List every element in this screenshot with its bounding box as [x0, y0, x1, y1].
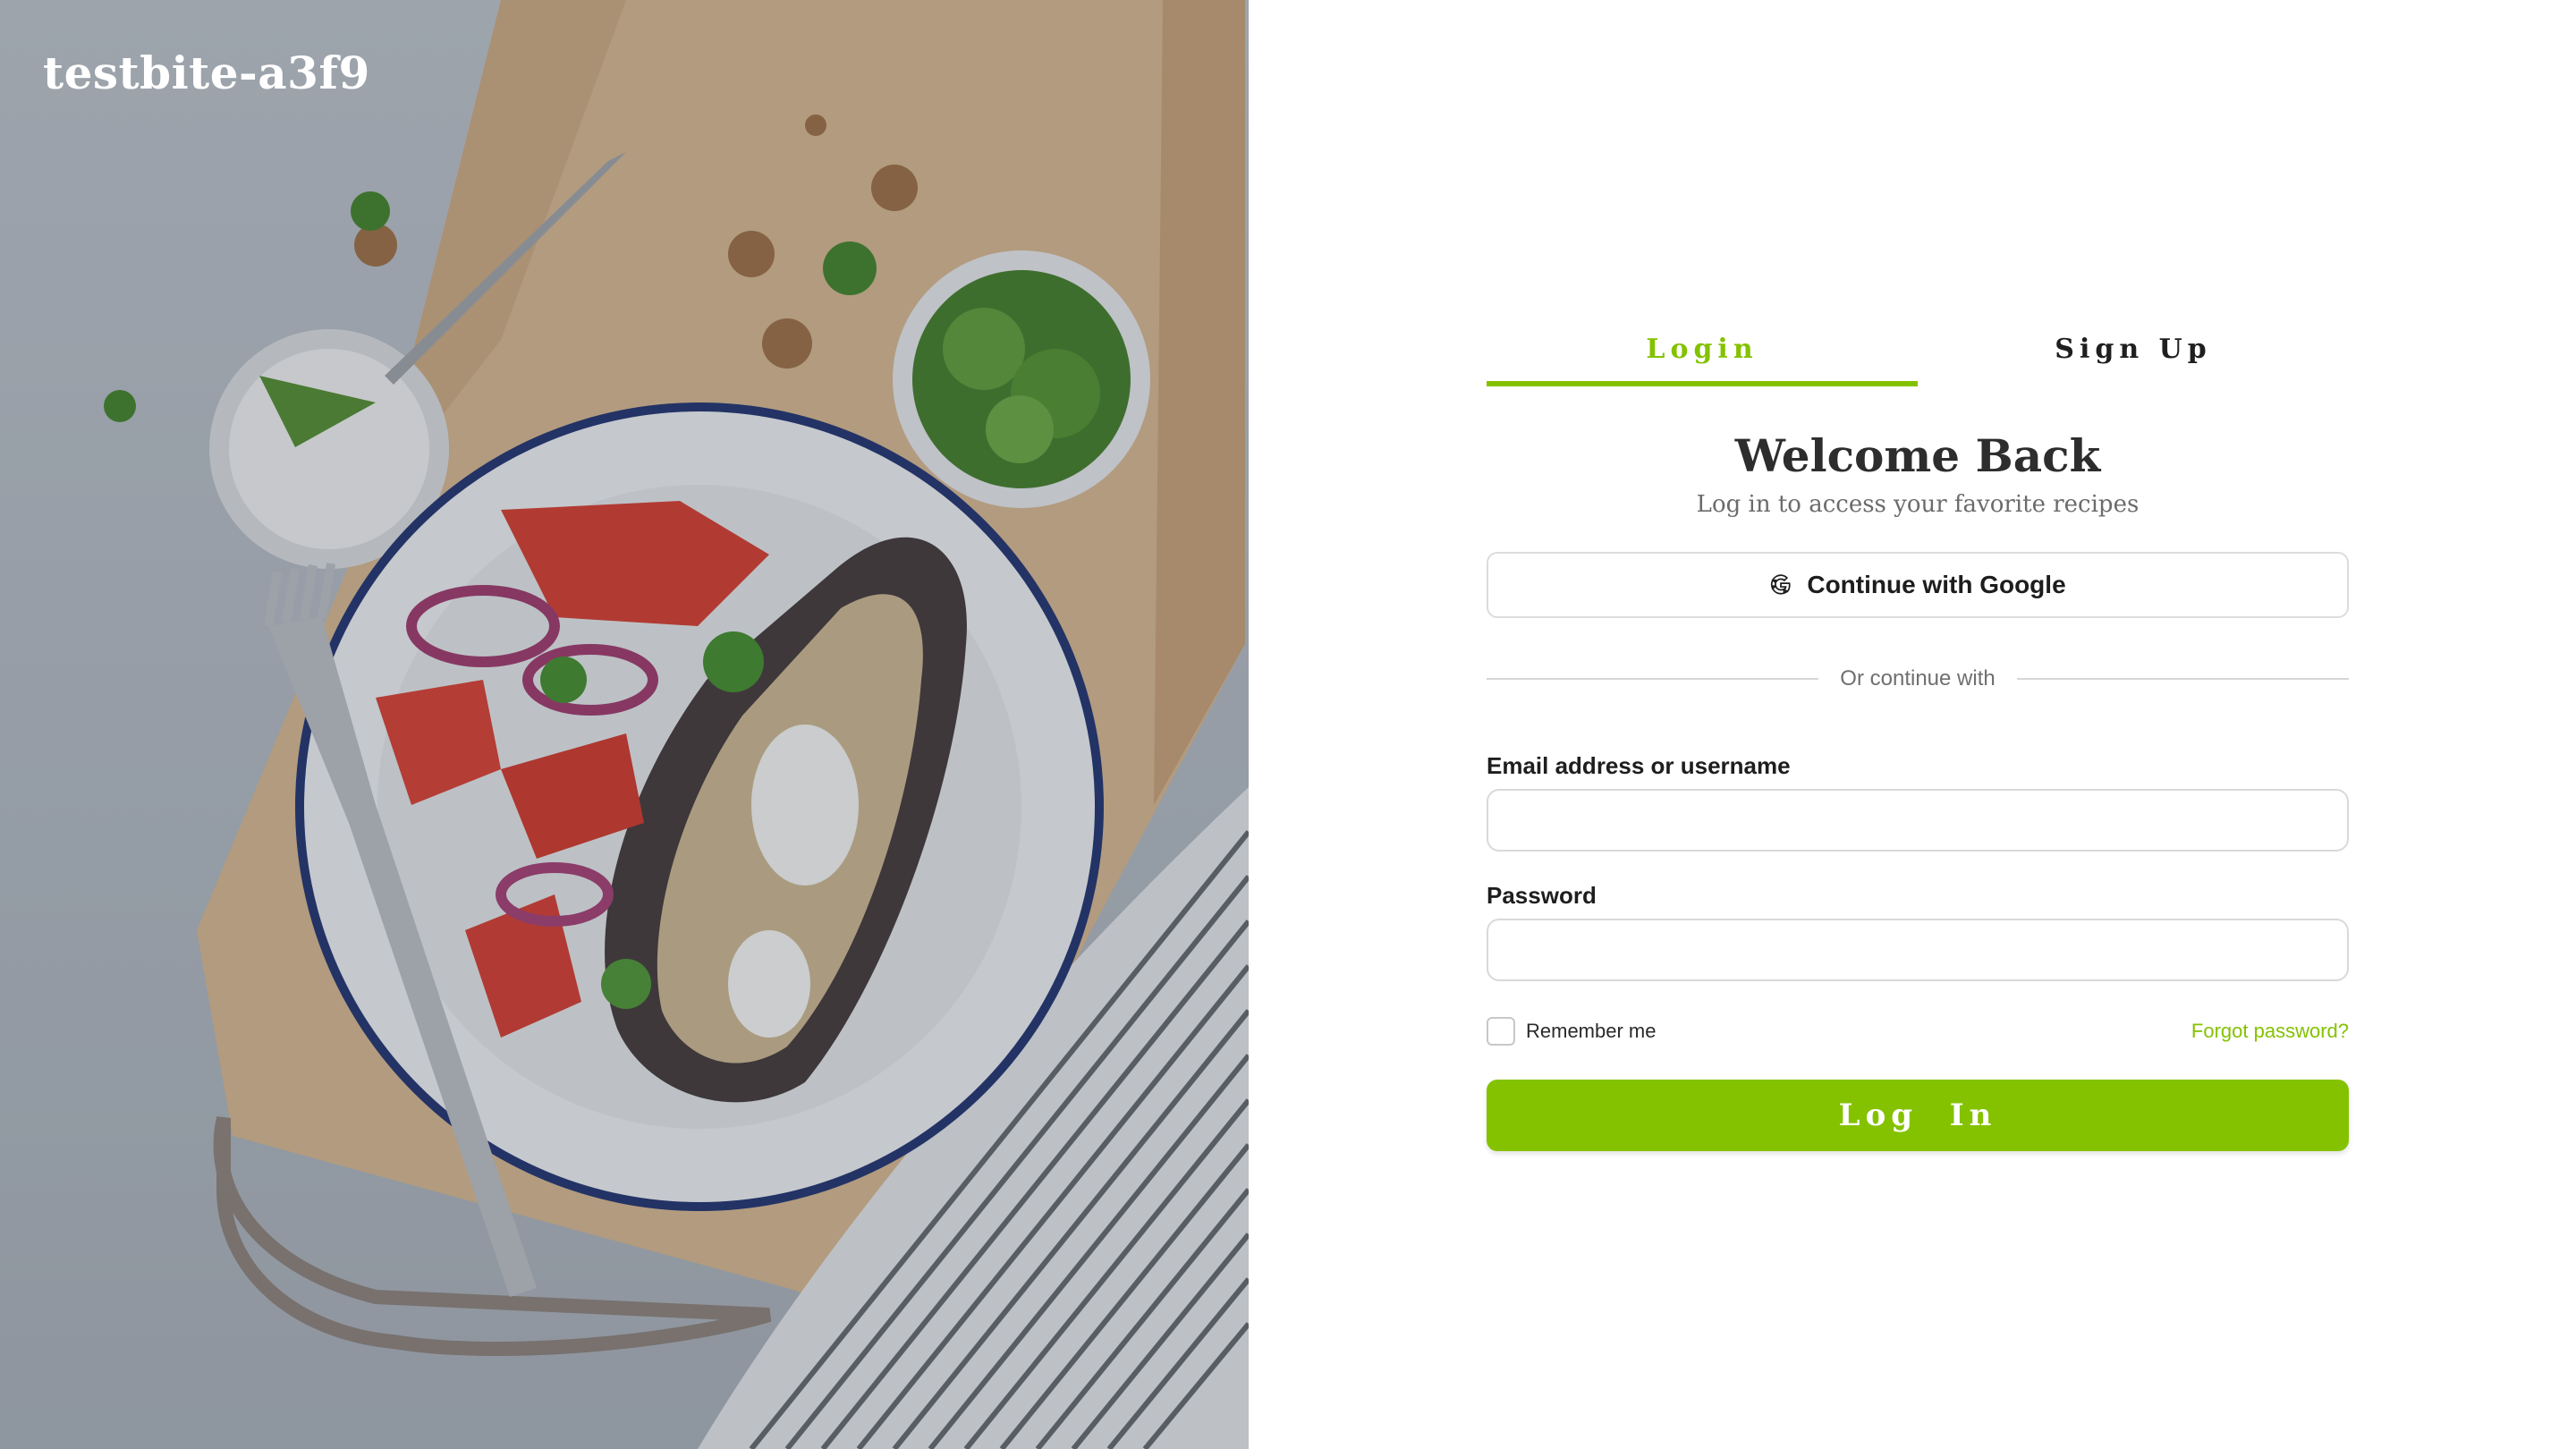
- divider-label: Or continue with: [1840, 666, 1996, 691]
- google-signin-button[interactable]: Continue with Google: [1487, 552, 2349, 618]
- password-field[interactable]: [1487, 919, 2349, 981]
- auth-page: testbite-a3f9 Login Sign Up Welcome Back…: [0, 0, 2576, 1449]
- tab-login[interactable]: Login: [1487, 313, 1918, 386]
- divider: Or continue with: [1487, 666, 2350, 691]
- email-field[interactable]: [1487, 789, 2349, 852]
- divider-line-right: [2016, 678, 2350, 680]
- page-title: Welcome Back: [1734, 429, 2101, 482]
- login-submit-button[interactable]: Log In: [1487, 1080, 2349, 1151]
- auth-tabs: Login Sign Up: [1487, 313, 2349, 386]
- form-options: Remember me Forgot password?: [1487, 1017, 2349, 1046]
- remember-checkbox[interactable]: [1487, 1017, 1515, 1046]
- food-photo-illustration: [0, 0, 1249, 1449]
- remember-label: Remember me: [1526, 1020, 1657, 1042]
- brand-logo[interactable]: testbite-a3f9: [43, 47, 370, 99]
- auth-card: Login Sign Up Welcome Back Log in to acc…: [1487, 313, 2350, 1151]
- google-g-icon: [1771, 574, 1791, 595]
- remember-me[interactable]: Remember me: [1487, 1017, 1656, 1046]
- email-label: Email address or username: [1487, 752, 1791, 779]
- forgot-password-link[interactable]: Forgot password?: [2191, 1020, 2349, 1043]
- hero-image: testbite-a3f9: [0, 0, 1249, 1449]
- tab-signup[interactable]: Sign Up: [1918, 313, 2349, 385]
- auth-panel: Login Sign Up Welcome Back Log in to acc…: [1249, 0, 2576, 1449]
- google-button-label: Continue with Google: [1807, 571, 2066, 598]
- page-subtitle: Log in to access your favorite recipes: [1696, 491, 2140, 518]
- password-label: Password: [1487, 882, 1597, 909]
- divider-line-left: [1487, 678, 1819, 680]
